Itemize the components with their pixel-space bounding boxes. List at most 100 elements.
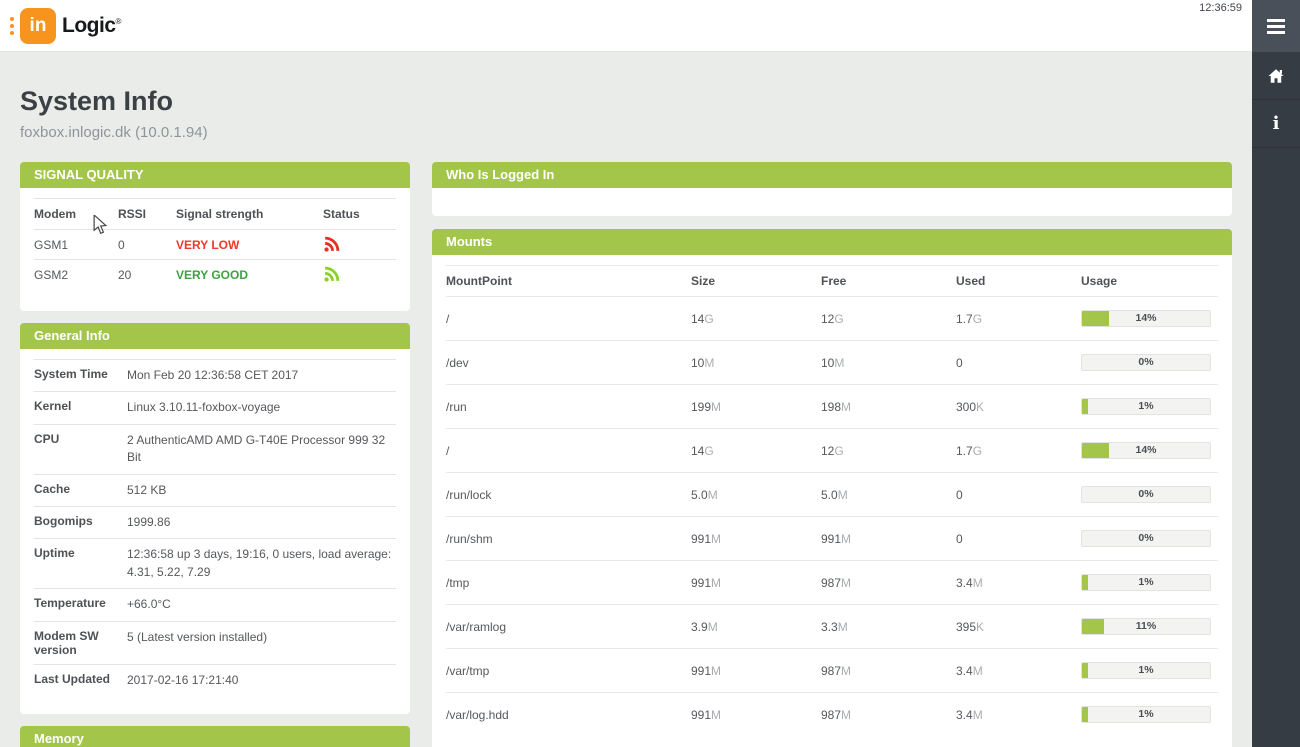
usage-cell: 0%	[1081, 473, 1218, 517]
usage-bar: 14%	[1081, 442, 1211, 459]
unit-label: M	[973, 708, 983, 722]
strength-cell: VERY GOOD	[176, 260, 323, 290]
free-cell: 987M	[821, 561, 956, 605]
inlogic-logo[interactable]: in Logic®	[10, 8, 121, 44]
size-cell: 14G	[691, 429, 821, 473]
mounts-table: MountPoint Size Free Used Usage /14G12G1…	[446, 265, 1218, 736]
usage-bar-label: 14%	[1082, 311, 1210, 326]
info-value: 5 (Latest version installed)	[127, 621, 396, 664]
right-column: Who Is Logged In Mounts MountPoint Size	[432, 162, 1232, 747]
mountpoint-cell: /run	[446, 385, 691, 429]
usage-bar: 1%	[1081, 398, 1211, 415]
unit-label: M	[711, 664, 721, 678]
signal-quality-table: Modem RSSI Signal strength Status GSM10V…	[34, 198, 396, 289]
info-value: Mon Feb 20 12:36:58 CET 2017	[127, 360, 396, 392]
info-label: Modem SW version	[34, 621, 127, 664]
info-value: 12:36:58 up 3 days, 19:16, 0 users, load…	[127, 539, 396, 589]
usage-bar-label: 1%	[1082, 575, 1210, 590]
usage-cell: 1%	[1081, 385, 1218, 429]
unit-label: M	[841, 400, 851, 414]
mount-row: /var/tmp991M987M3.4M1%	[446, 649, 1218, 693]
usage-bar-label: 0%	[1082, 487, 1210, 502]
menu-button[interactable]	[1252, 0, 1300, 52]
unit-label: M	[838, 488, 848, 502]
usage-bar-label: 14%	[1082, 443, 1210, 458]
usage-bar: 11%	[1081, 618, 1211, 635]
who-is-logged-in-body	[432, 188, 1232, 216]
who-is-logged-in-panel: Who Is Logged In	[432, 162, 1232, 216]
used-cell: 0	[956, 473, 1081, 517]
main-content: System Info foxbox.inlogic.dk (10.0.1.94…	[0, 52, 1252, 747]
info-label: Kernel	[34, 392, 127, 424]
home-icon	[1267, 67, 1285, 85]
col-status: Status	[323, 199, 396, 230]
info-label: Uptime	[34, 539, 127, 589]
info-row: Temperature+66.0°C	[34, 589, 396, 621]
usage-bar-label: 1%	[1082, 663, 1210, 678]
usage-bar: 0%	[1081, 354, 1211, 371]
unit-label: G	[704, 312, 713, 326]
usage-cell: 0%	[1081, 517, 1218, 561]
mounts-title: Mounts	[432, 229, 1232, 255]
usage-bar: 0%	[1081, 486, 1211, 503]
usage-cell: 14%	[1081, 429, 1218, 473]
free-cell: 10M	[821, 341, 956, 385]
used-cell: 1.7G	[956, 429, 1081, 473]
general-info-body: System TimeMon Feb 20 12:36:58 CET 2017K…	[34, 360, 396, 696]
unit-label: M	[711, 532, 721, 546]
size-cell: 10M	[691, 341, 821, 385]
col-free: Free	[821, 266, 956, 297]
mount-row: /run199M198M300K1%	[446, 385, 1218, 429]
size-cell: 991M	[691, 561, 821, 605]
mount-row: /run/shm991M991M00%	[446, 517, 1218, 561]
info-label: CPU	[34, 424, 127, 474]
signal-row: GSM220VERY GOOD	[34, 260, 396, 290]
col-modem: Modem	[34, 199, 118, 230]
free-cell: 198M	[821, 385, 956, 429]
home-button[interactable]	[1252, 52, 1300, 100]
info-label: Temperature	[34, 589, 127, 621]
free-cell: 12G	[821, 429, 956, 473]
mount-row: /var/log.hdd991M987M3.4M1%	[446, 693, 1218, 737]
unit-label: G	[834, 312, 843, 326]
usage-cell: 1%	[1081, 693, 1218, 737]
rssi-cell: 20	[118, 260, 176, 290]
unit-label: M	[711, 400, 721, 414]
usage-cell: 1%	[1081, 561, 1218, 605]
size-cell: 5.0M	[691, 473, 821, 517]
col-size: Size	[691, 266, 821, 297]
mount-row: /run/lock5.0M5.0M00%	[446, 473, 1218, 517]
memory-title: Memory	[20, 726, 410, 747]
unit-label: M	[708, 488, 718, 502]
unit-label: K	[976, 400, 984, 414]
mount-row: /dev10M10M00%	[446, 341, 1218, 385]
info-row: Bogomips1999.86	[34, 506, 396, 538]
usage-bar: 1%	[1081, 662, 1211, 679]
info-label: Last Updated	[34, 664, 127, 696]
size-cell: 991M	[691, 649, 821, 693]
unit-label: M	[711, 708, 721, 722]
mountpoint-cell: /	[446, 429, 691, 473]
info-value: +66.0°C	[127, 589, 396, 621]
size-cell: 199M	[691, 385, 821, 429]
unit-label: M	[841, 576, 851, 590]
modem-cell: GSM1	[34, 230, 118, 260]
mounts-panel: Mounts MountPoint Size Free Used Usage	[432, 229, 1232, 747]
unit-label: M	[834, 356, 844, 370]
usage-cell: 11%	[1081, 605, 1218, 649]
info-row: System TimeMon Feb 20 12:36:58 CET 2017	[34, 360, 396, 392]
info-button[interactable]: i	[1252, 100, 1300, 148]
signal-table-body: GSM10VERY LOWGSM220VERY GOOD	[34, 230, 396, 290]
info-row: Uptime12:36:58 up 3 days, 19:16, 0 users…	[34, 539, 396, 589]
info-row: CPU2 AuthenticAMD AMD G-T40E Processor 9…	[34, 424, 396, 474]
free-cell: 3.3M	[821, 605, 956, 649]
system-clock: 12:36:59	[1199, 2, 1242, 14]
mount-row: /var/ramlog3.9M3.3M395K11%	[446, 605, 1218, 649]
unit-label: G	[704, 444, 713, 458]
unit-label: M	[841, 708, 851, 722]
col-used: Used	[956, 266, 1081, 297]
used-cell: 1.7G	[956, 297, 1081, 341]
size-cell: 991M	[691, 693, 821, 737]
used-cell: 3.4M	[956, 693, 1081, 737]
info-row: Modem SW version5 (Latest version instal…	[34, 621, 396, 664]
